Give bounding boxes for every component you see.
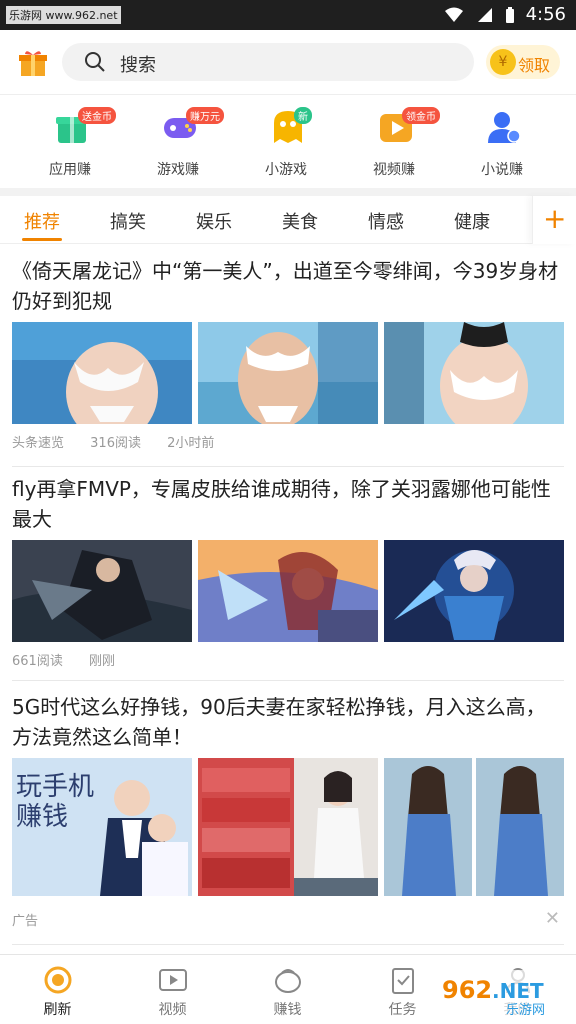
- news-article[interactable]: 《倚天屠龙记》中“第一美人”，出道至今零绯闻，今39岁身材仍好到犯规 头条速览 …: [12, 256, 564, 451]
- svg-text:.NET: .NET: [492, 979, 544, 1003]
- refresh-icon: [44, 966, 72, 994]
- earn-label: 游戏赚: [157, 162, 199, 178]
- article-image[interactable]: [12, 322, 192, 424]
- article-meta: 661阅读 刚刚: [12, 650, 137, 669]
- article-source: 头条速览: [12, 436, 65, 451]
- nav-label: 视频: [158, 1002, 187, 1018]
- article-image[interactable]: [198, 540, 378, 642]
- search-input[interactable]: 搜索: [62, 43, 474, 81]
- earn-tag: 新: [294, 107, 312, 124]
- ad-image[interactable]: [384, 758, 564, 896]
- ad-article[interactable]: 5G时代这么好挣钱，90后夫妻在家轻松挣钱，月入这么高，方法竟然这么简单！ 玩手…: [12, 692, 564, 929]
- article-divider: [12, 944, 564, 945]
- nav-label: 刷新: [43, 1002, 72, 1018]
- article-reads: 661阅读: [12, 654, 63, 669]
- section-divider: [0, 188, 576, 196]
- earn-label: 小说赚: [481, 162, 523, 178]
- nav-earn[interactable]: 赚钱: [230, 955, 345, 1024]
- earn-shortcuts: 送金币 应用赚 赚万元 游戏赚 新 小游戏 领金币 视频赚 小说赚: [0, 94, 576, 188]
- article-divider: [12, 680, 564, 681]
- article-meta: 头条速览 316阅读 2小时前: [12, 432, 236, 451]
- category-tabs: 推荐 搞笑 娱乐 美食 情感 健康 +: [0, 196, 576, 244]
- article-thumbnails: [12, 322, 564, 424]
- plus-icon: +: [543, 202, 567, 235]
- article-image[interactable]: [198, 322, 378, 424]
- search-placeholder: 搜索: [120, 55, 156, 76]
- article-thumbnails: 玩手机赚钱: [12, 758, 564, 896]
- add-channel-button[interactable]: +: [532, 196, 576, 244]
- article-reads: 316阅读: [90, 436, 141, 451]
- battery-icon: [505, 6, 514, 23]
- earn-tag: 赚万元: [186, 107, 224, 124]
- earn-label: 视频赚: [373, 162, 415, 178]
- app-screen: 乐游网 www.962.net 4:56 搜索 ¥ 领取 送金币 应用赚 赚万元…: [0, 0, 576, 1024]
- nav-label: 赚钱: [273, 1002, 302, 1018]
- status-bar: 乐游网 www.962.net 4:56: [0, 0, 576, 30]
- claim-label: 领取: [518, 56, 551, 75]
- article-divider: [12, 466, 564, 467]
- earn-tag: 送金币: [78, 107, 116, 124]
- clock-text: 4:56: [525, 4, 566, 25]
- article-meta: 广告: [12, 910, 60, 929]
- article-image[interactable]: [12, 540, 192, 642]
- earn-item-game[interactable]: 赚万元 游戏赚: [124, 95, 232, 189]
- tab-entertainment[interactable]: 娱乐: [196, 208, 232, 234]
- coin-icon: ¥: [490, 49, 516, 75]
- reader-icon: [488, 112, 521, 143]
- tab-health[interactable]: 健康: [454, 208, 490, 234]
- task-icon: [392, 968, 414, 994]
- tab-funny[interactable]: 搞笑: [110, 208, 146, 234]
- earn-item-novel[interactable]: 小说赚: [448, 95, 556, 189]
- active-tab-indicator: [22, 238, 62, 241]
- tab-recommend[interactable]: 推荐: [24, 208, 60, 234]
- ad-image-text: 玩手机赚钱: [16, 772, 95, 832]
- earn-item-app[interactable]: 送金币 应用赚: [16, 95, 124, 189]
- earn-label: 应用赚: [49, 162, 91, 178]
- tab-food[interactable]: 美食: [282, 208, 318, 234]
- article-image[interactable]: [384, 540, 564, 642]
- svg-text:962: 962: [442, 976, 492, 1004]
- search-header: 搜索 ¥ 领取: [0, 30, 576, 94]
- article-thumbnails: [12, 540, 564, 642]
- news-article[interactable]: fly再拿FMVP，专属皮肤给谁成期待，除了关羽露娜他可能性最大 661阅读 刚…: [12, 474, 564, 669]
- ad-image[interactable]: 玩手机赚钱: [12, 758, 192, 896]
- wifi-icon: [444, 7, 463, 22]
- tab-emotion[interactable]: 情感: [368, 208, 404, 234]
- earn-tag: 领金币: [402, 107, 440, 124]
- search-icon: [85, 52, 105, 72]
- svg-text:乐游网: 乐游网: [506, 1003, 545, 1018]
- site-watermark: 乐游网 www.962.net: [6, 6, 121, 24]
- claim-coins-button[interactable]: ¥ 领取: [486, 45, 560, 79]
- ad-image[interactable]: [198, 758, 378, 896]
- article-time: 2小时前: [167, 436, 215, 451]
- ad-label: 广告: [12, 914, 39, 929]
- earn-label: 小游戏: [265, 162, 307, 178]
- nav-refresh[interactable]: 刷新: [0, 955, 115, 1024]
- article-title[interactable]: fly再拿FMVP，专属皮肤给谁成期待，除了关羽露娜他可能性最大: [12, 474, 564, 534]
- earn-item-video[interactable]: 领金币 视频赚: [340, 95, 448, 189]
- nav-video[interactable]: 视频: [115, 955, 230, 1024]
- signal-icon: [477, 7, 492, 22]
- site-logo-watermark: 962 .NET 乐游网: [436, 970, 572, 1018]
- article-time: 刚刚: [88, 654, 115, 669]
- article-image[interactable]: [384, 322, 564, 424]
- gift-icon[interactable]: [18, 48, 48, 78]
- close-icon[interactable]: ✕: [545, 908, 560, 929]
- earn-icon: [275, 969, 301, 993]
- article-title[interactable]: 《倚天屠龙记》中“第一美人”，出道至今零绯闻，今39岁身材仍好到犯规: [12, 256, 564, 316]
- earn-item-minigame[interactable]: 新 小游戏: [232, 95, 340, 189]
- article-title[interactable]: 5G时代这么好挣钱，90后夫妻在家轻松挣钱，月入这么高，方法竟然这么简单！: [12, 692, 564, 752]
- video-icon: [159, 969, 187, 991]
